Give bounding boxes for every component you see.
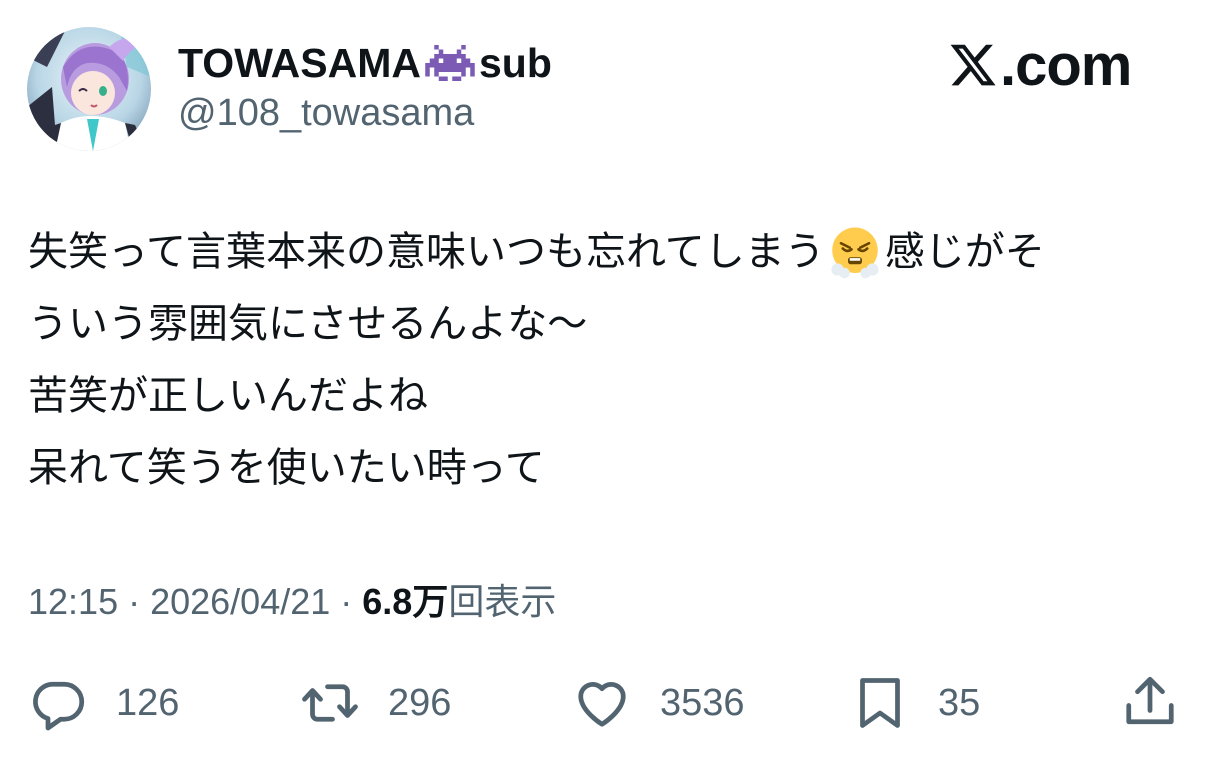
- face-with-steam-emoji-icon: [827, 224, 883, 280]
- tweet-line-4: 呆れて笑うを使いたい時って: [28, 445, 545, 491]
- share-icon: [1126, 676, 1174, 725]
- tweet-line-1-text-b: 感じがそ: [884, 229, 1045, 275]
- meta-separator: ·: [128, 581, 141, 622]
- retweet-icon: [302, 684, 358, 722]
- tweet-line-1-text-a: 失笑って言葉本来の意味いつも忘れてしまう: [28, 229, 825, 275]
- reply-button[interactable]: 126: [28, 668, 179, 738]
- like-button[interactable]: 3536: [572, 668, 745, 738]
- tweet-date[interactable]: 2026/04/21: [150, 580, 330, 624]
- tweet-meta: 12:15 · 2026/04/21 · 6.8万 回表示: [28, 580, 556, 624]
- tweet-actions: 126 296 3536 35: [0, 668, 1206, 738]
- tweet-line-2: ういう雰囲気にさせるんよな〜: [28, 301, 588, 347]
- reply-icon: [33, 681, 85, 731]
- alien-monster-emoji-icon: [425, 45, 475, 81]
- author-display-name[interactable]: TOWASAMA sub: [178, 38, 552, 88]
- reply-count: 126: [116, 681, 180, 724]
- display-name-text: TOWASAMA: [178, 40, 421, 86]
- views-count[interactable]: 6.8万: [362, 580, 448, 624]
- x-logo-icon: [950, 44, 996, 86]
- heart-icon: [578, 682, 626, 727]
- tweet-line-3: 苦笑が正しいんだよね: [28, 373, 428, 419]
- tweet-text: 失笑って言葉本来の意味いつも忘れてしまう 感じがそ ういう雰囲気にさせるんよな〜…: [28, 216, 1188, 504]
- retweet-count: 296: [388, 681, 452, 724]
- author-handle[interactable]: @108_towasama: [178, 90, 474, 136]
- meta-separator: ·: [340, 581, 353, 622]
- share-button[interactable]: [1120, 668, 1180, 738]
- bookmark-icon: [860, 678, 900, 728]
- views-label: 回表示: [448, 581, 557, 622]
- avatar[interactable]: [27, 27, 151, 151]
- bookmark-button[interactable]: 35: [850, 668, 980, 738]
- brand-label: .com: [1000, 32, 1132, 98]
- like-count: 3536: [660, 681, 745, 724]
- x-com-brand: .com: [948, 30, 1132, 100]
- bookmark-count: 35: [938, 681, 981, 724]
- display-name-suffix: sub: [478, 40, 552, 86]
- tweet-line-1: 失笑って言葉本来の意味いつも忘れてしまう 感じがそ: [28, 216, 1188, 288]
- retweet-button[interactable]: 296: [300, 668, 451, 738]
- avatar-image: [27, 27, 151, 151]
- tweet-time[interactable]: 12:15: [28, 580, 118, 624]
